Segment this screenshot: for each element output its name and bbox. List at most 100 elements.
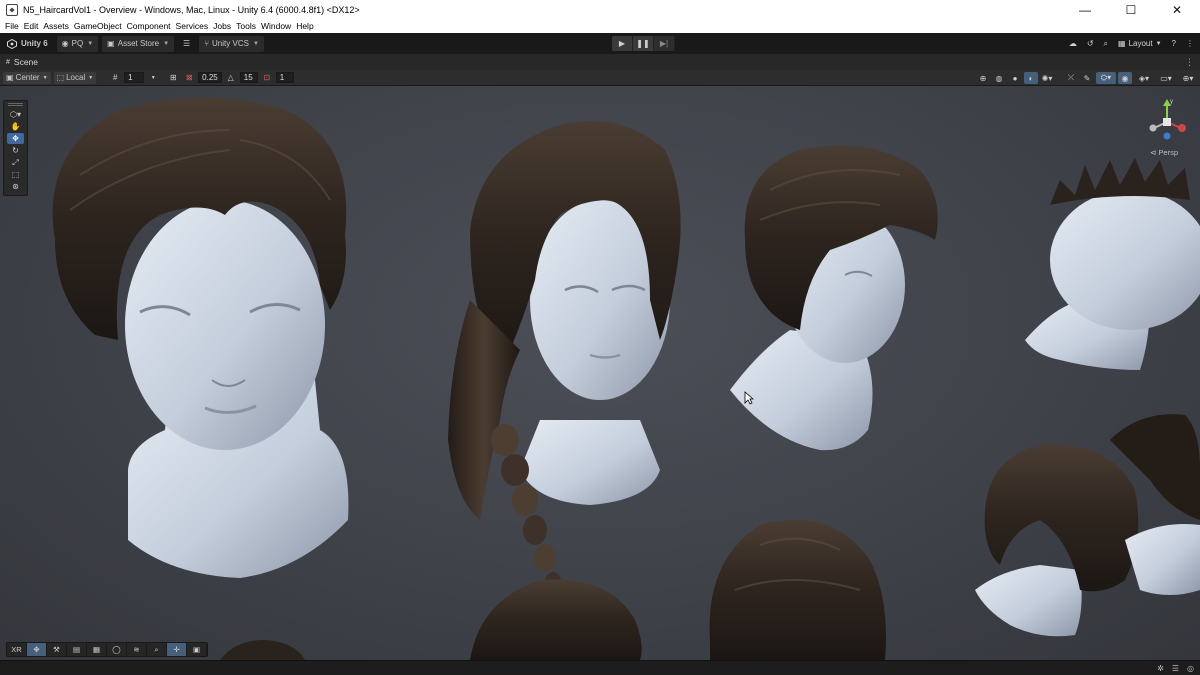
play-button[interactable]: ▶ — [612, 36, 633, 51]
local-icon: ⬚ — [56, 73, 65, 82]
grid-overlay-icon[interactable]: ▤ — [67, 643, 87, 656]
unity-logo-icon — [7, 38, 17, 49]
lightmap-overlay-icon[interactable]: ▦ — [87, 643, 107, 656]
rotate-tool-icon[interactable]: ↻ — [7, 145, 24, 156]
minimize-button[interactable]: — — [1062, 0, 1108, 19]
effects-icon[interactable]: ✎ — [1080, 72, 1094, 84]
scale-snap-field[interactable]: 1 — [275, 72, 294, 83]
svg-text:y: y — [1170, 99, 1173, 105]
menu-tools[interactable]: Tools — [236, 21, 261, 31]
tools-overlay-icon[interactable]: ⚒ — [47, 643, 67, 656]
scene-viewport[interactable] — [0, 86, 1200, 660]
head-bust-6[interactable] — [709, 519, 886, 660]
package-manager-button[interactable]: ☰ — [178, 36, 195, 52]
help-icon[interactable]: ? — [1172, 39, 1176, 48]
history-icon[interactable]: ↺ — [1087, 39, 1094, 48]
package-icon: ☰ — [183, 39, 191, 48]
head-bust-2[interactable] — [448, 120, 681, 621]
grid-snap-icon[interactable]: # — [108, 72, 122, 84]
more-icon[interactable]: ⋮ — [1186, 39, 1194, 48]
scene-visibility-icon[interactable]: ⛭▾ — [1096, 72, 1116, 84]
maximize-button[interactable]: ☐ — [1108, 0, 1154, 19]
account-dropdown[interactable]: ◉ PQ ▼ — [56, 35, 99, 52]
head-bust-3[interactable] — [730, 145, 938, 451]
layout-dropdown[interactable]: ▦ Layout ▼ — [1118, 39, 1162, 48]
screenshot-overlay-icon[interactable]: ▣ — [187, 643, 207, 656]
menu-file[interactable]: File — [5, 21, 24, 31]
unity-account-menu[interactable]: Unity 6 — [2, 36, 53, 52]
check-icon[interactable]: ◎ — [1187, 664, 1194, 673]
menu-component[interactable]: Component — [127, 21, 176, 31]
move-overlay-icon[interactable]: ✥ — [27, 643, 47, 656]
scale-snap-icon[interactable]: ⊡ — [260, 72, 274, 84]
chevron-down-icon: ▼ — [87, 40, 94, 47]
tab-menu-icon[interactable]: ⋮ — [1185, 57, 1194, 68]
vcs-dropdown[interactable]: ⑂ Unity VCS ▼ — [199, 35, 264, 52]
menu-edit[interactable]: Edit — [24, 21, 44, 31]
pivot-rotation-dropdown[interactable]: ⬚ Local ▼ — [53, 71, 97, 84]
head-bust-4[interactable] — [1025, 158, 1200, 370]
scene-tab-bar: # Scene ⋮ — [0, 54, 1200, 70]
scale-tool-icon[interactable]: ⤢ — [7, 157, 24, 168]
menu-jobs[interactable]: Jobs — [213, 21, 236, 31]
layers-overlay-icon[interactable]: ≋ — [127, 643, 147, 656]
vcs-label: Unity VCS — [212, 39, 249, 48]
increment-snap-icon[interactable]: ⊠ — [182, 72, 196, 84]
chevron-down-icon[interactable]: ▼ — [146, 72, 160, 84]
overlay-toolbar: XR ✥ ⚒ ▤ ▦ ◯ ≋ ⌕ ✛ ▣ — [6, 642, 208, 657]
transform-tool-icon[interactable]: ⊛ — [7, 181, 24, 192]
menu-assets[interactable]: Assets — [43, 21, 74, 31]
camera-icon[interactable]: ▭▾ — [1156, 72, 1176, 84]
window-title-bar: N5_HaircardVol1 - Overview - Windows, Ma… — [0, 0, 1200, 19]
search-icon[interactable]: ⌕ — [1104, 39, 1108, 49]
stack-icon[interactable]: ☰ — [1172, 664, 1179, 673]
lighting-icon[interactable]: ✺▾ — [1040, 72, 1054, 84]
eye-icon[interactable]: ◉ — [1118, 72, 1132, 84]
cloud-icon[interactable]: ☁ — [1069, 39, 1077, 48]
main-toolbar: Unity 6 ◉ PQ ▼ ▣ Asset Store ▼ ☰ ⑂ Unity… — [0, 33, 1200, 54]
shading-unlit-icon[interactable]: ◐ — [1024, 72, 1038, 84]
hidden-objects-icon[interactable]: ◈▾ — [1134, 72, 1154, 84]
gizmos-icon[interactable]: ⊕▾ — [1178, 72, 1198, 84]
chevron-down-icon: ▼ — [88, 74, 94, 81]
step-button[interactable]: ▶| — [654, 36, 675, 51]
shading-shaded-icon[interactable]: ● — [1008, 72, 1022, 84]
head-bust-7[interactable] — [470, 579, 642, 661]
pivot-mode-dropdown[interactable]: ▣ Center ▼ — [3, 71, 51, 84]
rect-tool-icon[interactable]: ⬚ — [7, 169, 24, 180]
move-snap-field[interactable]: 0.25 — [198, 72, 222, 83]
menu-services[interactable]: Services — [176, 21, 214, 31]
scene-view-dropdown[interactable]: ⬡▾ — [7, 109, 24, 120]
camera-mode-label[interactable]: ⊲ Persp — [1150, 148, 1178, 157]
orientation-gizmo[interactable]: y — [1144, 96, 1190, 142]
audio-mute-icon[interactable]: ⤫ — [1064, 72, 1078, 84]
hand-tool-icon[interactable]: ✋ — [7, 121, 24, 132]
shading-wireframe-icon[interactable]: ◍ — [992, 72, 1006, 84]
scene-render — [52, 97, 1200, 661]
head-bust-5[interactable] — [975, 414, 1200, 637]
play-icon: ▶ — [618, 39, 626, 48]
pause-button[interactable]: ❚❚ — [633, 36, 654, 51]
menu-gameobject[interactable]: GameObject — [74, 21, 127, 31]
status-bar: ✲ ☰ ◎ — [0, 660, 1200, 675]
rotate-snap-field[interactable]: 15 — [239, 72, 258, 83]
zoom-overlay-icon[interactable]: ⌕ — [147, 643, 167, 656]
tab-scene-label: Scene — [13, 57, 39, 67]
move-tool-icon[interactable]: ✥ — [7, 133, 24, 144]
globe-icon[interactable]: ⊕ — [976, 72, 990, 84]
asset-store-dropdown[interactable]: ▣ Asset Store ▼ — [102, 35, 175, 52]
sphere-overlay-icon[interactable]: ◯ — [107, 643, 127, 656]
head-bust-1[interactable] — [52, 97, 349, 579]
snap-icon[interactable]: ⊞ — [166, 72, 180, 84]
menu-window[interactable]: Window — [261, 21, 296, 31]
bug-icon[interactable]: ✲ — [1157, 664, 1164, 673]
xr-button[interactable]: XR — [7, 643, 27, 656]
rotate-snap-icon[interactable]: △ — [224, 72, 238, 84]
tab-scene[interactable]: # Scene — [0, 54, 46, 70]
grid-size-field[interactable]: 1 — [124, 72, 145, 83]
palette-grip[interactable] — [8, 103, 23, 106]
close-button[interactable]: ✕ — [1154, 0, 1200, 19]
head-bust-8[interactable] — [220, 640, 305, 660]
menu-help[interactable]: Help — [296, 21, 318, 31]
pan-overlay-icon[interactable]: ✛ — [167, 643, 187, 656]
